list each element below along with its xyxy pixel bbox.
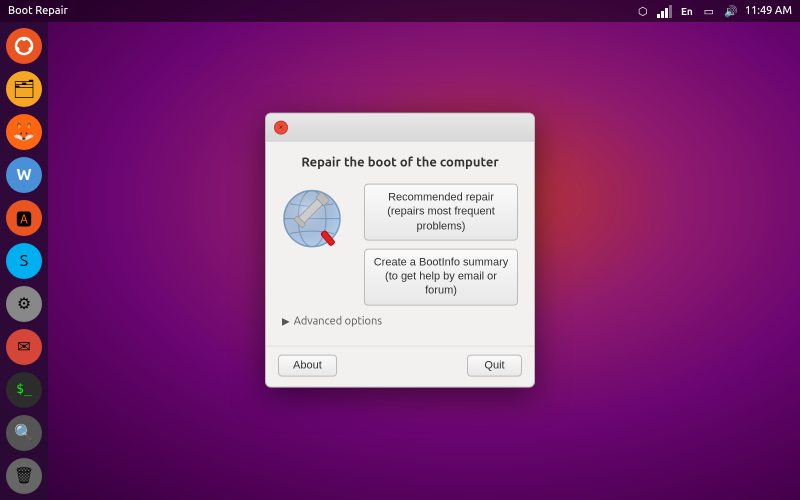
dialog-action-buttons: Recommended repair (repairs most frequen…	[364, 184, 518, 306]
sidebar-item-search[interactable]: 🔍	[3, 412, 45, 453]
boot-repair-dialog: × Repair the boot of the computer	[265, 113, 535, 388]
dialog-body: Repair the boot of the computer	[266, 142, 534, 340]
firefox-icon: 🦊	[6, 114, 42, 150]
ubuntu-logo-svg	[13, 35, 35, 57]
sidebar-item-ubuntu[interactable]	[3, 26, 45, 67]
terminal-icon: $_	[6, 372, 42, 408]
email-icon: ✉	[6, 329, 42, 365]
signal-bars	[657, 4, 672, 18]
sidebar-item-firefox[interactable]: 🦊	[3, 112, 45, 153]
taskbar-top: Boot Repair ⬡ En ▭ 🔊 11:49 AM	[0, 0, 800, 22]
taskbar-title: Boot Repair	[8, 5, 68, 17]
recommended-repair-line2: (repairs most frequent problems)	[387, 206, 495, 232]
writer-icon: W	[6, 157, 42, 193]
quit-button[interactable]: Quit	[467, 354, 522, 376]
boot-repair-icon	[282, 184, 352, 254]
taskbar-right: ⬡ En ▭ 🔊 11:49 AM	[635, 3, 792, 19]
sidebar-item-appstore[interactable]: 🅰	[3, 198, 45, 239]
bootinfo-summary-button[interactable]: Create a BootInfo summary (to get help b…	[364, 249, 518, 306]
bootinfo-line2: (to get help by email or forum)	[385, 271, 497, 297]
sidebar-item-terminal[interactable]: $_	[3, 369, 45, 410]
system-icon: ⚙	[6, 286, 42, 322]
recommended-repair-button[interactable]: Recommended repair (repairs most frequen…	[364, 184, 518, 241]
appstore-icon: 🅰	[6, 200, 42, 236]
bootinfo-line1: Create a BootInfo summary	[374, 257, 509, 269]
sidebar-item-writer[interactable]: W	[3, 155, 45, 196]
unity-sidebar: 🗂 🦊 W 🅰 S ⚙ ✉ $_ 🔍 🗑	[0, 22, 48, 500]
sidebar-item-system[interactable]: ⚙	[3, 283, 45, 324]
trash-icon: 🗑	[6, 458, 42, 494]
advanced-arrow-icon: ▶	[282, 315, 290, 327]
dialog-footer: About Quit	[266, 345, 534, 386]
battery-icon: ▭	[701, 3, 717, 19]
speaker-icon: 🔊	[723, 3, 739, 19]
dialog-icon-wrap	[282, 184, 352, 254]
taskbar-time: 11:49 AM	[745, 5, 792, 17]
sidebar-item-email[interactable]: ✉	[3, 326, 45, 367]
search-icon: 🔍	[6, 415, 42, 451]
desktop: Boot Repair ⬡ En ▭ 🔊 11:49 AM	[0, 0, 800, 500]
advanced-options-label: Advanced options	[294, 315, 382, 327]
dropbox-icon[interactable]: ⬡	[635, 3, 651, 19]
dialog-close-button[interactable]: ×	[274, 120, 288, 134]
dialog-titlebar: ×	[266, 114, 534, 142]
sidebar-item-trash[interactable]: 🗑	[3, 455, 45, 496]
about-button[interactable]: About	[278, 354, 337, 376]
sidebar-item-files[interactable]: 🗂	[3, 69, 45, 110]
files-icon: 🗂	[6, 71, 42, 107]
dialog-content: Recommended repair (repairs most frequen…	[282, 184, 518, 306]
advanced-options-row[interactable]: ▶ Advanced options	[282, 315, 518, 327]
sidebar-item-skype[interactable]: S	[3, 241, 45, 282]
recommended-repair-line1: Recommended repair	[388, 192, 494, 204]
language-icon[interactable]: En	[679, 3, 695, 19]
skype-icon: S	[6, 243, 42, 279]
dialog-title: Repair the boot of the computer	[282, 156, 518, 170]
signal-icon	[657, 3, 673, 19]
ubuntu-home-icon	[6, 28, 42, 64]
close-icon: ×	[279, 123, 284, 132]
